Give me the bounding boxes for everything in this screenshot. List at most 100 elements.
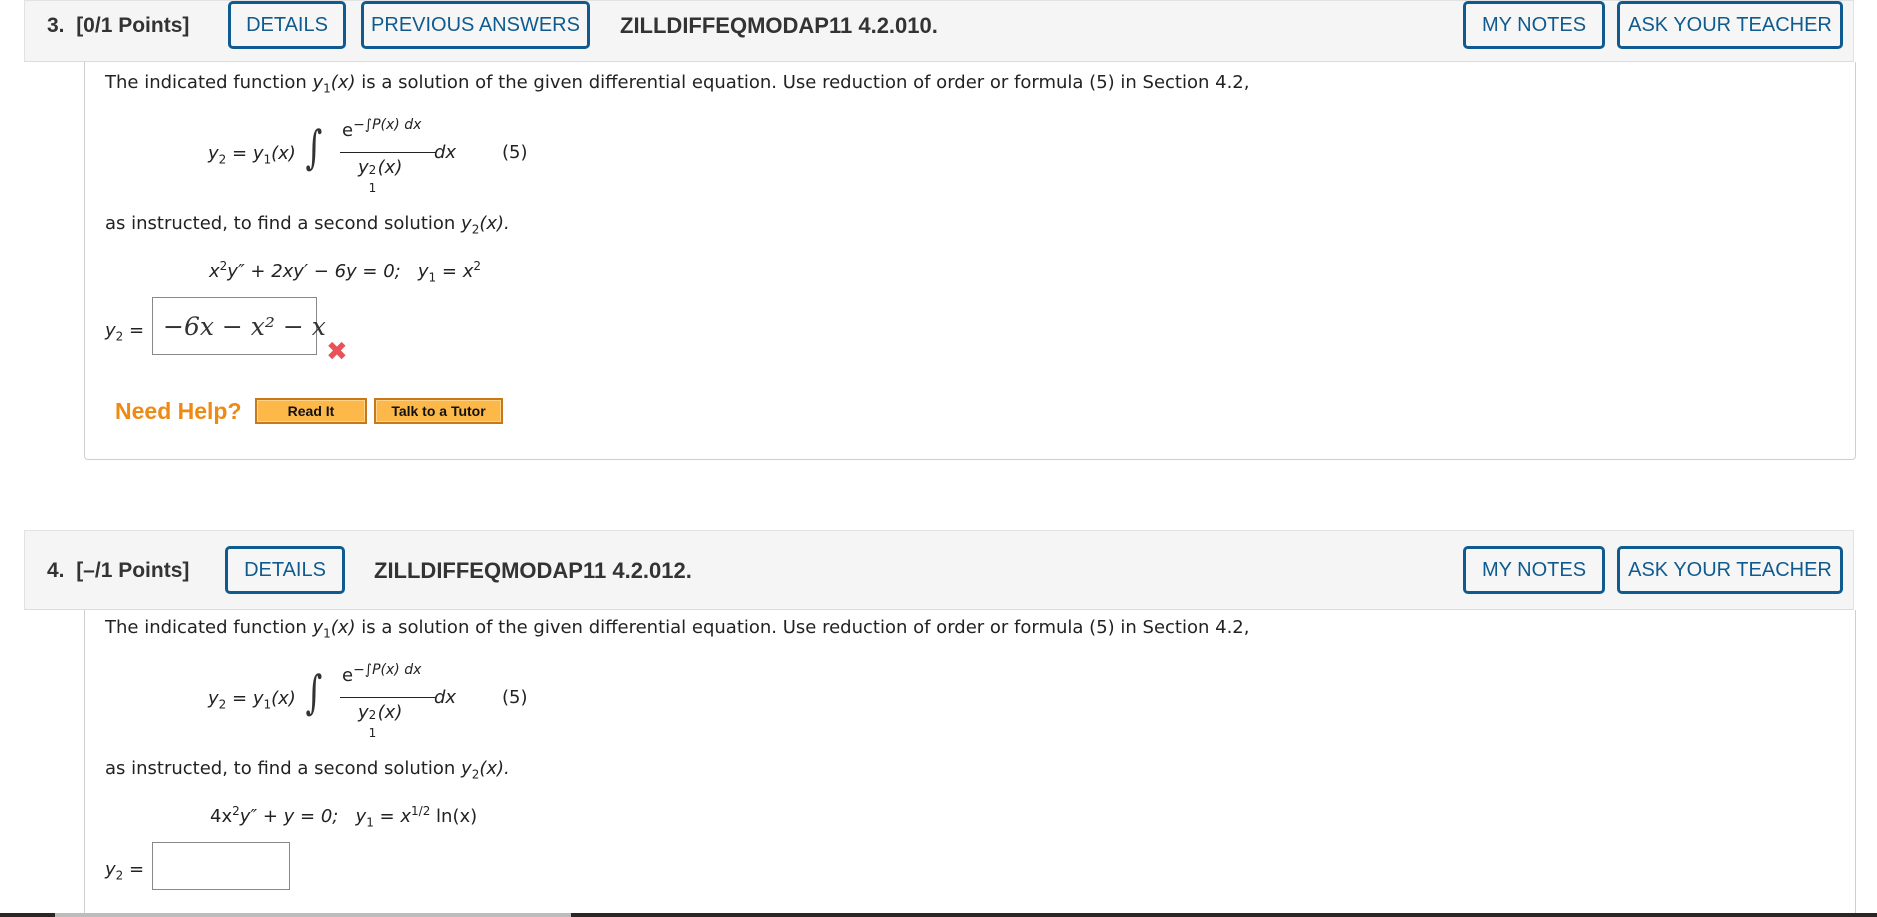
e-base: e <box>342 665 354 686</box>
instructed-line: as instructed, to find a second solution… <box>105 213 510 237</box>
talk-to-tutor-button[interactable]: Talk to a Tutor <box>374 398 503 424</box>
y1-symbol: y <box>252 688 264 709</box>
den-y: y <box>358 702 369 723</box>
answer-input[interactable]: −6x − x² − x <box>152 297 326 355</box>
fn-subscript: 1 <box>323 626 331 641</box>
fn-symbol: y <box>312 72 324 93</box>
eq-rest: y″ + y = 0; <box>239 806 339 827</box>
intro-text: The indicated function <box>105 617 313 638</box>
y1-rhs-sup: 2 <box>473 259 482 273</box>
y2-symbol: y <box>105 859 116 880</box>
den-arg: (x) <box>377 157 403 178</box>
read-it-button[interactable]: Read It <box>255 398 367 424</box>
y1-rhs-tail: ln(x) <box>430 806 478 827</box>
eq-term: 4x <box>210 806 233 827</box>
instructed-text: as instructed, to find a second solution <box>105 758 462 779</box>
y2-symbol: y <box>105 320 116 341</box>
y1-rhs: = x <box>436 261 474 282</box>
formula-numerator: e−∫P(x) dx <box>342 662 421 686</box>
formula-lhs: y2 = y1(x) <box>208 688 296 712</box>
my-notes-button[interactable]: MY NOTES <box>1463 546 1605 594</box>
den-sup: 2 <box>368 163 377 177</box>
eq-rest: y″ + 2xy′ − 6y = 0; <box>227 261 401 282</box>
formula-lhs: y2 = y1(x) <box>208 143 296 167</box>
fraction-bar <box>340 697 436 698</box>
integral-sign: ∫ <box>305 665 323 719</box>
eq-sup: 2 <box>232 804 240 818</box>
den-sub: 1 <box>368 181 377 195</box>
question-intro: The indicated function y1(x) is a soluti… <box>105 617 1249 641</box>
den-sup: 2 <box>368 708 377 722</box>
formula-denominator: y 2 1 (x) <box>358 702 403 740</box>
question-points: [–/1 Points] <box>76 559 190 582</box>
differential-equation: 4x2y″ + y = 0; y1 = x1/2 ln(x) <box>210 804 477 830</box>
e-base: e <box>342 120 354 141</box>
y1-sub: 1 <box>366 815 374 830</box>
answer-value: −6x − x² − x <box>163 312 326 341</box>
question-intro: The indicated function y1(x) is a soluti… <box>105 72 1249 96</box>
answer-input[interactable] <box>152 842 290 890</box>
den-y: y <box>358 157 369 178</box>
fn-arg: (x) <box>330 617 356 638</box>
y1-symbol: y <box>252 143 264 164</box>
question-4-number-points: 4. [–/1 Points] <box>47 531 189 611</box>
fn-subscript: 1 <box>323 81 331 96</box>
horizontal-scrollbar[interactable] <box>0 913 1877 917</box>
question-code: ZILLDIFFEQMODAP11 4.2.012. <box>374 558 692 583</box>
scrollbar-thumb[interactable] <box>55 913 571 917</box>
y2-symbol: y <box>208 688 219 709</box>
exponent: −∫P(x) dx <box>353 117 422 133</box>
equals: = <box>123 859 145 880</box>
question-number: 4. <box>47 559 65 582</box>
y1-rhs: = x <box>373 806 412 827</box>
formula-dx: dx <box>434 142 457 163</box>
question-3-header: 3. [0/1 Points] DETAILS PREVIOUS ANSWERS… <box>24 0 1854 62</box>
y1-rhs-sup: 1/2 <box>411 804 431 818</box>
answer-label: y2 = <box>105 859 144 883</box>
y1-arg: (x) <box>271 143 296 164</box>
ask-your-teacher-button[interactable]: ASK YOUR TEACHER <box>1617 546 1843 594</box>
y2-arg: (x). <box>479 213 510 234</box>
formula-label: (5) <box>502 142 528 163</box>
y2-symbol: y <box>208 143 219 164</box>
equals: = <box>123 320 145 341</box>
y1-sub: 1 <box>263 697 272 712</box>
answer-label: y2 = <box>105 320 144 344</box>
differential-equation: x2y″ + 2xy′ − 6y = 0; y1 = x2 <box>209 259 481 285</box>
previous-answers-button[interactable]: PREVIOUS ANSWERS <box>361 1 590 49</box>
formula-denominator: y 2 1 (x) <box>358 157 403 195</box>
need-help-label: Need Help? <box>115 398 242 424</box>
fn-arg: (x) <box>330 72 356 93</box>
question-code: ZILLDIFFEQMODAP11 4.2.010. <box>620 13 938 38</box>
formula-numerator: e−∫P(x) dx <box>342 117 421 141</box>
den-sub: 1 <box>368 726 377 740</box>
incorrect-x-icon: ✖ <box>326 337 348 367</box>
equals: = <box>226 143 253 164</box>
exponent: −∫P(x) dx <box>353 662 422 678</box>
details-button[interactable]: DETAILS <box>228 1 346 49</box>
y2-arg: (x). <box>479 758 510 779</box>
formula-label: (5) <box>502 687 528 708</box>
y1-sub: 1 <box>263 152 272 167</box>
instructed-line: as instructed, to find a second solution… <box>105 758 510 782</box>
intro-text-rest: is a solution of the given differential … <box>355 617 1250 638</box>
formula-dx: dx <box>434 687 457 708</box>
den-arg: (x) <box>377 702 403 723</box>
fraction-bar <box>340 152 436 153</box>
intro-text: The indicated function <box>105 72 313 93</box>
y1-arg: (x) <box>271 688 296 709</box>
eq-term: x <box>209 261 220 282</box>
intro-text-rest: is a solution of the given differential … <box>355 72 1250 93</box>
y2-symbol: y <box>461 213 472 234</box>
ask-your-teacher-button[interactable]: ASK YOUR TEACHER <box>1617 1 1843 49</box>
my-notes-button[interactable]: MY NOTES <box>1463 1 1605 49</box>
question-3-number-points: 3. [0/1 Points] <box>47 1 189 51</box>
integral-sign: ∫ <box>305 120 323 174</box>
question-points: [0/1 Points] <box>76 14 190 37</box>
details-button[interactable]: DETAILS <box>225 546 345 594</box>
y1-symbol: y <box>417 261 429 282</box>
equals: = <box>226 688 253 709</box>
question-4-header: 4. [–/1 Points] DETAILS ZILLDIFFEQMODAP1… <box>24 530 1854 610</box>
y2-symbol: y <box>461 758 472 779</box>
instructed-text: as instructed, to find a second solution <box>105 213 462 234</box>
